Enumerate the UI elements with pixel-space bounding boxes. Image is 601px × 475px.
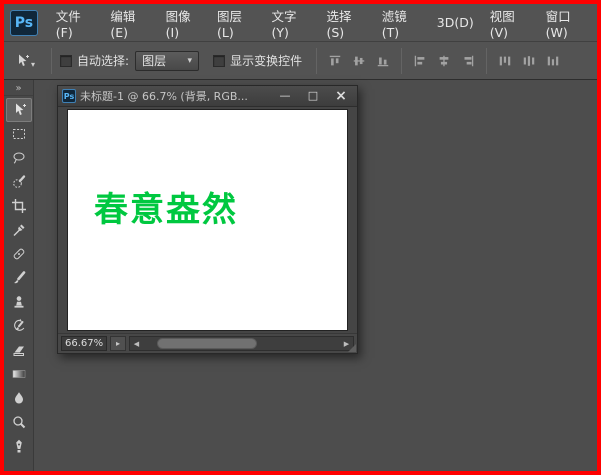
resize-grip[interactable]	[348, 344, 356, 352]
close-button[interactable]: ×	[329, 88, 353, 104]
document-status-bar: 66.67% ▸ ◀ ▶	[58, 333, 357, 353]
distribute-vertical-centers-icon[interactable]	[519, 51, 539, 71]
canvas-area: 春意盎然	[58, 107, 357, 333]
tool-clone-stamp[interactable]	[6, 290, 32, 314]
lasso-tool-icon	[11, 150, 27, 166]
document-icon: Ps	[62, 89, 76, 103]
minimize-button[interactable]: —	[273, 88, 297, 104]
photoshop-logo: Ps	[10, 10, 38, 36]
tool-preset-picker[interactable]: ▾	[10, 51, 39, 71]
separator	[486, 48, 487, 74]
align-group-vertical	[325, 51, 393, 71]
tool-brush[interactable]	[6, 266, 32, 290]
menu-item-type[interactable]: 文字(Y)	[263, 4, 318, 41]
tool-quick-selection[interactable]	[6, 170, 32, 194]
canvas[interactable]: 春意盎然	[67, 109, 348, 331]
distribute-group	[495, 51, 563, 71]
tool-eyedropper[interactable]	[6, 218, 32, 242]
photoshop-window: Ps 文件(F) 编辑(E) 图像(I) 图层(L) 文字(Y) 选择(S) 滤…	[0, 0, 601, 475]
gradient-tool-icon	[11, 366, 27, 382]
move-tool-icon	[14, 53, 30, 69]
healing-brush-tool-icon	[11, 246, 27, 262]
eraser-tool-icon	[11, 342, 27, 358]
tools-panel: »	[4, 80, 34, 471]
scrollbar-thumb[interactable]	[157, 338, 257, 349]
tool-pen[interactable]	[6, 434, 32, 458]
align-vertical-centers-icon[interactable]	[349, 51, 369, 71]
separator	[51, 48, 52, 74]
app-body: »	[4, 80, 597, 471]
tool-eraser[interactable]	[6, 338, 32, 362]
chevron-down-icon: ▾	[31, 60, 35, 69]
separator	[316, 48, 317, 74]
clone-stamp-tool-icon	[11, 294, 27, 310]
scroll-left-icon[interactable]: ◀	[130, 340, 143, 348]
dropdown-value: 图层	[142, 52, 166, 69]
eyedropper-tool-icon	[11, 222, 27, 238]
menu-item-view[interactable]: 视图(V)	[482, 4, 538, 41]
align-left-edges-icon[interactable]	[410, 51, 430, 71]
distribute-bottom-edges-icon[interactable]	[543, 51, 563, 71]
pen-tool-icon	[11, 438, 27, 454]
menu-item-file[interactable]: 文件(F)	[48, 4, 103, 41]
menu-item-select[interactable]: 选择(S)	[318, 4, 373, 41]
align-bottom-edges-icon[interactable]	[373, 51, 393, 71]
maximize-button[interactable]: □	[301, 88, 325, 104]
document-title-bar[interactable]: Ps 未标题-1 @ 66.7% (背景, RGB... — □ ×	[58, 86, 357, 107]
menu-item-edit[interactable]: 编辑(E)	[102, 4, 157, 41]
menu-item-3d[interactable]: 3D(D)	[429, 4, 482, 41]
tool-lasso[interactable]	[6, 146, 32, 170]
tool-gradient[interactable]	[6, 362, 32, 386]
horizontal-scrollbar[interactable]: ◀ ▶	[129, 336, 354, 351]
move-tool-icon	[11, 102, 27, 118]
auto-select-label: 自动选择:	[77, 52, 129, 69]
menu-item-layer[interactable]: 图层(L)	[209, 4, 263, 41]
zoom-input[interactable]: 66.67%	[61, 336, 107, 351]
marquee-tool-icon	[11, 126, 27, 142]
tool-move[interactable]	[6, 98, 32, 122]
show-transform-label: 显示变换控件	[230, 52, 302, 69]
tool-crop[interactable]	[6, 194, 32, 218]
show-transform-checkbox[interactable]	[213, 55, 225, 67]
menu-bar: Ps 文件(F) 编辑(E) 图像(I) 图层(L) 文字(Y) 选择(S) 滤…	[4, 4, 597, 42]
collapse-tools-icon[interactable]: »	[4, 82, 33, 96]
align-right-edges-icon[interactable]	[458, 51, 478, 71]
tool-history-brush[interactable]	[6, 314, 32, 338]
scrollbar-track[interactable]	[143, 337, 340, 350]
menu-item-window[interactable]: 窗口(W)	[538, 4, 597, 41]
brush-tool-icon	[11, 270, 27, 286]
status-flyout-button[interactable]: ▸	[110, 336, 126, 351]
tool-dodge[interactable]	[6, 410, 32, 434]
menu-item-filter[interactable]: 滤镜(T)	[374, 4, 429, 41]
separator	[401, 48, 402, 74]
align-horizontal-centers-icon[interactable]	[434, 51, 454, 71]
menu-item-image[interactable]: 图像(I)	[158, 4, 209, 41]
auto-select-target-dropdown[interactable]: 图层 ▾	[135, 51, 199, 71]
auto-select-checkbox[interactable]	[60, 55, 72, 67]
crop-tool-icon	[11, 198, 27, 214]
chevron-down-icon: ▾	[178, 56, 193, 66]
align-top-edges-icon[interactable]	[325, 51, 345, 71]
logo-text: Ps	[15, 15, 33, 31]
distribute-top-edges-icon[interactable]	[495, 51, 515, 71]
tool-blur[interactable]	[6, 386, 32, 410]
canvas-text: 春意盎然	[94, 182, 238, 231]
blur-tool-icon	[11, 390, 27, 406]
tool-rectangular-marquee[interactable]	[6, 122, 32, 146]
document-window: Ps 未标题-1 @ 66.7% (背景, RGB... — □ × 春意盎然 …	[57, 85, 358, 354]
dodge-tool-icon	[11, 414, 27, 430]
quick-selection-tool-icon	[11, 174, 27, 190]
document-title: 未标题-1 @ 66.7% (背景, RGB...	[80, 88, 269, 104]
tool-spot-healing-brush[interactable]	[6, 242, 32, 266]
options-bar: ▾ 自动选择: 图层 ▾ 显示变换控件	[4, 42, 597, 80]
workspace: Ps 未标题-1 @ 66.7% (背景, RGB... — □ × 春意盎然 …	[34, 80, 597, 471]
history-brush-tool-icon	[11, 318, 27, 334]
align-group-horizontal	[410, 51, 478, 71]
